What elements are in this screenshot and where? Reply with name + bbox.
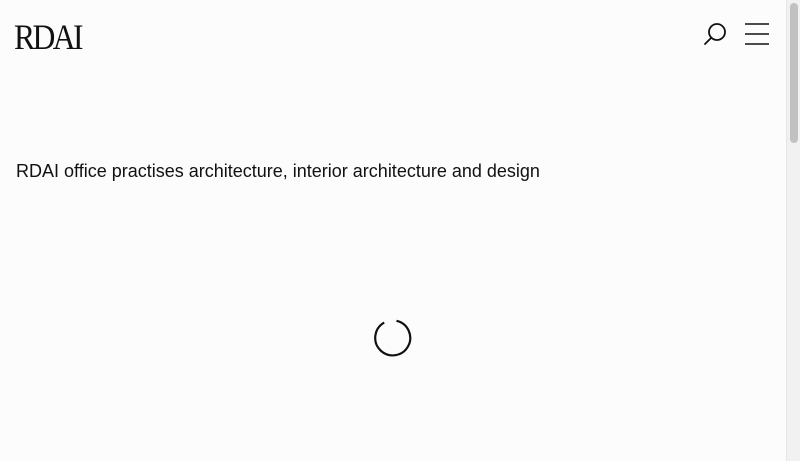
search-button[interactable] bbox=[700, 20, 730, 50]
viewport: RDAI RDAI office practises architecture,… bbox=[0, 0, 786, 461]
hamburger-menu-icon bbox=[745, 23, 769, 45]
scrollbar-thumb[interactable] bbox=[790, 3, 798, 143]
vertical-scrollbar[interactable] bbox=[786, 0, 800, 461]
menu-button[interactable] bbox=[742, 20, 772, 50]
search-icon bbox=[704, 23, 726, 45]
tagline: RDAI office practises architecture, inte… bbox=[16, 161, 540, 181]
loading-spinner bbox=[372, 317, 414, 359]
loading-spinner-icon bbox=[374, 319, 412, 357]
site-logo[interactable]: RDAI bbox=[14, 18, 84, 56]
page: RDAI RDAI office practises architecture,… bbox=[0, 0, 800, 461]
